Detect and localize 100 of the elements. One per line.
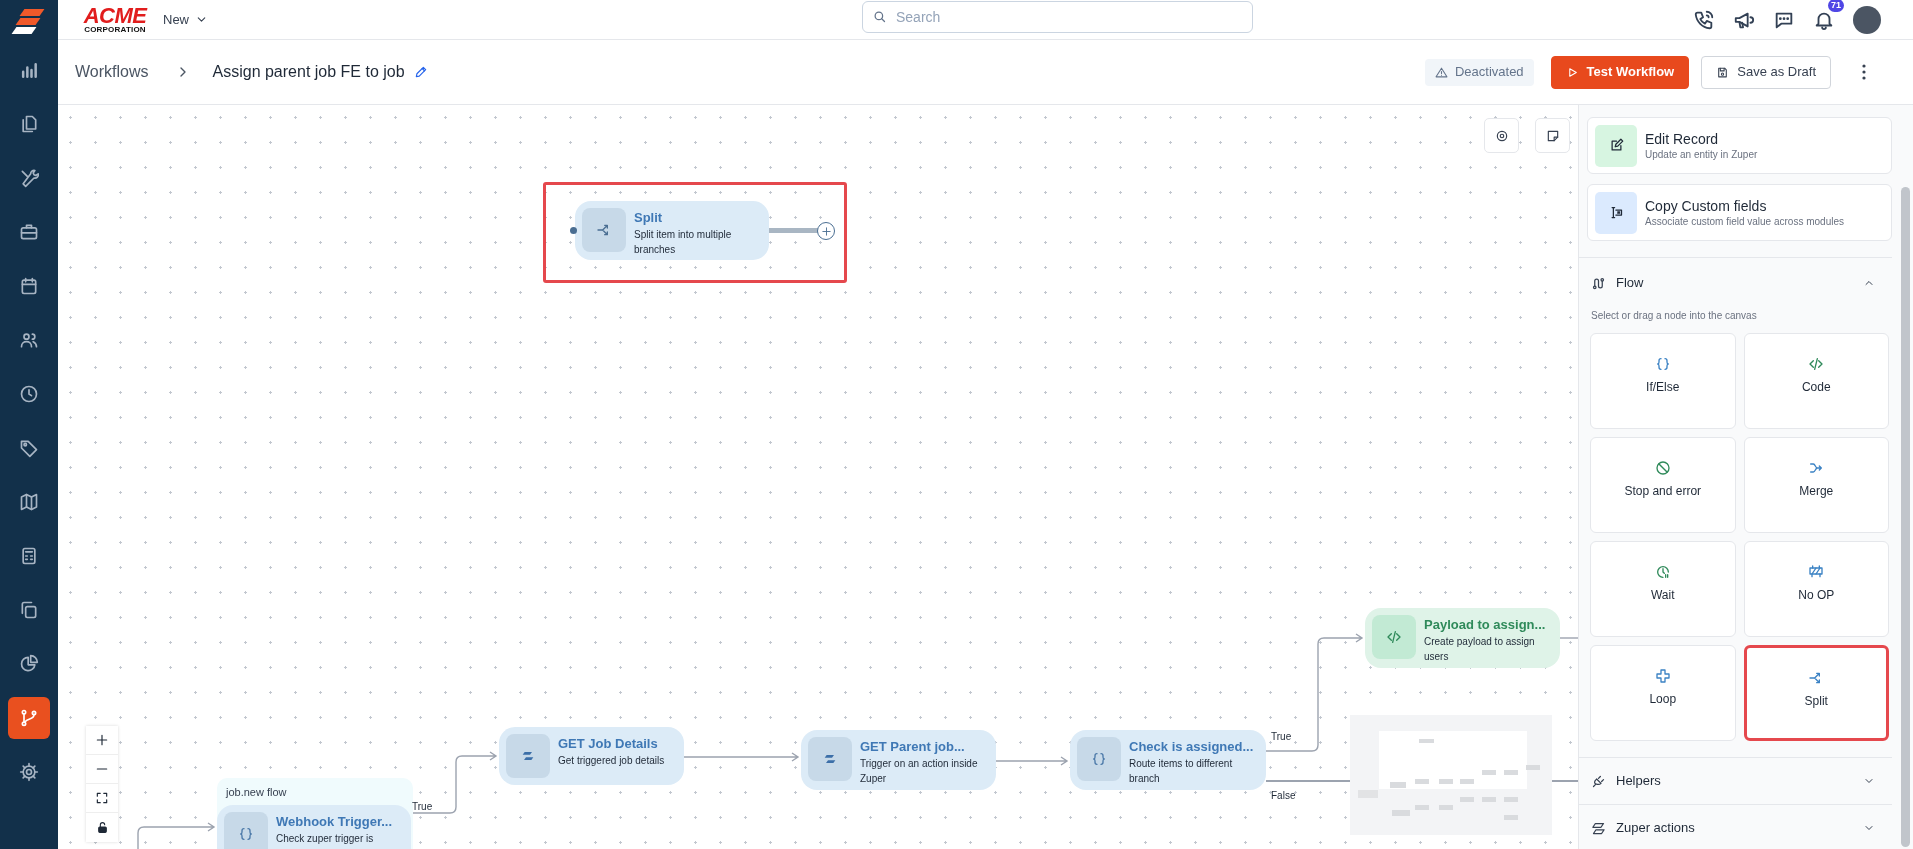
section-header[interactable]: Helpers — [1579, 758, 1892, 804]
calendar-icon — [19, 276, 39, 296]
node-tile[interactable]: If/Else — [1590, 333, 1736, 429]
group-label: job.new flow — [226, 785, 287, 800]
node-description: Trigger on an action inside Zuper — [860, 757, 979, 786]
node-description: Split item into multiple branches — [634, 228, 733, 257]
plug-icon — [1591, 773, 1606, 789]
code-icon — [1808, 356, 1825, 372]
edit-title-button[interactable] — [413, 65, 428, 79]
node-tile[interactable]: Split — [1743, 645, 1889, 741]
plus-icon — [95, 733, 109, 747]
phone-button[interactable] — [1693, 8, 1715, 31]
connector-line — [1559, 637, 1578, 639]
action-description: Associate custom field value across modules — [1645, 214, 1844, 229]
documents-icon — [19, 114, 39, 134]
search-field[interactable]: Search — [862, 0, 1253, 33]
clock-icon — [19, 384, 39, 404]
sticky-note-button[interactable] — [1535, 118, 1570, 153]
node-title: Split — [634, 210, 664, 226]
code-icon — [1386, 629, 1402, 645]
section-header[interactable]: Zuper actions — [1579, 805, 1892, 849]
workflow-node[interactable]: Check is assigned... Route items to different branch — [1070, 730, 1266, 790]
node-description: Check zuper trigger is — [276, 832, 375, 846]
section-hint: Select or drag a node into the canvas — [1590, 309, 1758, 323]
node-tile[interactable]: No OP — [1743, 541, 1889, 637]
notification-count: 71 — [1828, 0, 1844, 12]
barrier-icon — [1808, 564, 1825, 580]
workflow-title: Assign parent job FE to job — [212, 62, 405, 82]
node-title: GET Parent job... — [860, 739, 966, 755]
merge-icon — [1808, 460, 1825, 476]
node-description: Route items to different branch — [1129, 757, 1234, 786]
settings-icon — [19, 762, 39, 782]
warning-icon — [1434, 65, 1448, 79]
action-card[interactable]: Copy Custom fields Associate custom field value across modules — [1587, 184, 1892, 241]
zuper-actions-icon — [1591, 820, 1606, 836]
workflow-icon — [19, 708, 39, 728]
braces-icon — [238, 826, 254, 842]
tools-icon — [19, 168, 39, 188]
node-title: Check is assigned... — [1129, 739, 1255, 755]
action-title: Copy Custom fields — [1645, 196, 1768, 215]
output-connector — [769, 228, 819, 233]
lock-icon — [95, 821, 109, 834]
cross-icon — [1654, 668, 1671, 684]
braces-icon — [1654, 356, 1671, 372]
edit-icon — [1608, 138, 1624, 153]
test-workflow-button[interactable]: Test Workflow — [1550, 55, 1690, 89]
text-cursor-icon — [1608, 205, 1624, 220]
node-title: Payload to assign... — [1424, 617, 1547, 633]
more-options-button[interactable] — [1860, 64, 1868, 80]
edge-label: True — [1271, 730, 1292, 744]
workflow-node[interactable]: Split Split item into multiple branches — [575, 201, 769, 260]
workflow-node[interactable]: GET Job Details Get triggered job details — [499, 727, 684, 785]
workflow-node[interactable]: GET Parent job... Trigger on an action inside Zuper — [801, 730, 996, 790]
focus-button[interactable] — [1484, 118, 1519, 153]
action-description: Update an entity in Zuper — [1645, 147, 1758, 162]
company-logo[interactable]: ACME CORPORATION — [80, 5, 150, 34]
plus-icon — [820, 225, 832, 237]
input-handle[interactable] — [570, 227, 577, 234]
node-title: Webhook Trigger... — [276, 814, 393, 830]
users-icon — [19, 330, 39, 350]
breadcrumb-link[interactable]: Workflows — [75, 60, 149, 84]
workflow-node[interactable]: Payload to assign... Create payload to assign users — [1365, 608, 1560, 668]
clock-icon — [1654, 564, 1671, 580]
workflow-node[interactable]: Webhook Trigger... Check zuper trigger is — [217, 805, 411, 849]
node-description: Get triggered job details — [558, 754, 665, 768]
edge-label: False — [1271, 789, 1296, 803]
add-node-button[interactable] — [817, 222, 835, 240]
node-tile[interactable]: Stop and error — [1590, 437, 1736, 533]
pencil-icon — [413, 65, 428, 79]
sidebar-item[interactable] — [8, 697, 50, 739]
pie-chart-icon — [19, 654, 39, 674]
node-tile[interactable]: Loop — [1590, 645, 1736, 741]
scrollbar[interactable] — [1901, 187, 1910, 847]
node-tile[interactable]: Wait — [1590, 541, 1736, 637]
prohibited-icon — [1654, 460, 1671, 476]
calculator-icon — [19, 546, 39, 566]
node-tile[interactable]: Merge — [1743, 437, 1889, 533]
sticky-note-icon — [1545, 128, 1560, 143]
flow-icon — [1591, 275, 1606, 291]
braces-icon — [1091, 751, 1107, 767]
save-draft-button[interactable]: Save as Draft — [1701, 55, 1831, 89]
node-title: GET Job Details — [558, 736, 659, 752]
action-card[interactable]: Edit Record Update an entity in Zuper — [1587, 117, 1892, 174]
edge-label: True — [412, 800, 433, 814]
target-icon — [1494, 128, 1509, 143]
node-description: Create payload to assign users — [1424, 635, 1536, 664]
tag-icon — [19, 438, 39, 458]
bar-chart-icon — [19, 60, 39, 80]
action-title: Edit Record — [1645, 129, 1720, 148]
node-tile[interactable]: Code — [1743, 333, 1889, 429]
copy-icon — [19, 600, 39, 620]
phone-icon — [1693, 8, 1715, 31]
new-menu-button[interactable]: New — [163, 9, 208, 30]
briefcase-icon — [19, 222, 39, 242]
status-badge: Deactivated — [1424, 58, 1534, 86]
section-header[interactable]: Flow — [1579, 258, 1892, 308]
fit-view-icon — [95, 791, 109, 805]
kebab-icon — [1862, 64, 1866, 80]
avatar[interactable] — [1853, 5, 1881, 34]
app-logo-icon[interactable] — [12, 7, 46, 35]
